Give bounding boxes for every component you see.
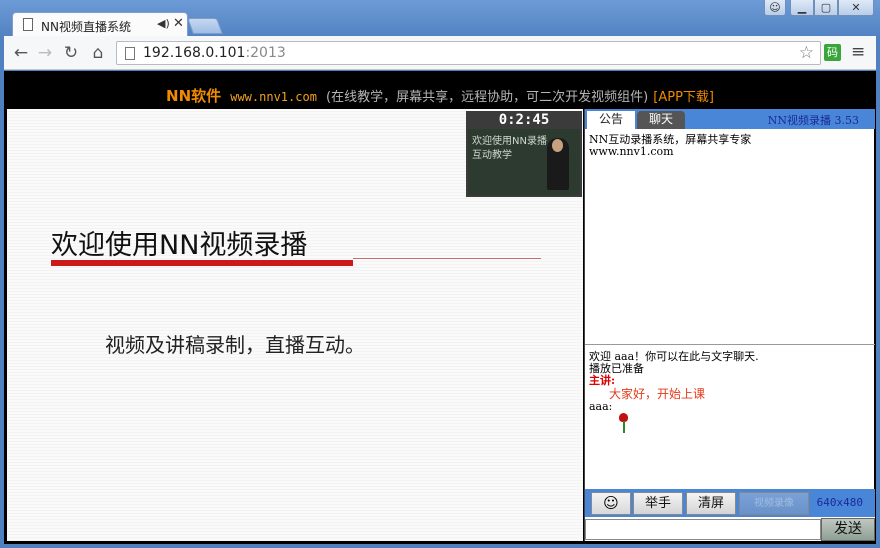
extension-icon[interactable]: 码 <box>824 44 841 61</box>
forward-arrow-icon[interactable]: → <box>35 43 55 63</box>
side-panel: 公告 聊天 NN视频录播 3.53 NN互动录播系统，屏幕共享专家 www.nn… <box>584 109 875 541</box>
new-tab-button[interactable] <box>187 18 223 34</box>
notice-area: NN互动录播系统，屏幕共享专家 www.nnv1.com <box>585 129 875 345</box>
teacher-message: 大家好，开始上课 <box>609 387 706 401</box>
home-icon[interactable]: ⌂ <box>88 43 108 63</box>
chat-toolbar: ☺ 举手 清屏 视频录像 640x480 <box>585 489 875 517</box>
header-banner: NN软件 www.nnv1.com (在线教学，屏幕共享，远程协助，可二次开发视… <box>4 71 876 107</box>
menu-icon[interactable]: ≡ <box>851 42 865 62</box>
site-link[interactable]: www.nnv1.com <box>230 90 317 104</box>
camera-preview[interactable]: 0:2:45 欢迎使用NN录播 互动教学 <box>466 111 582 197</box>
board-text: 欢迎使用NN录播 互动教学 <box>472 136 547 161</box>
user-icon[interactable]: ☺ <box>764 0 786 16</box>
minimize-icon[interactable]: ▁ <box>790 0 814 16</box>
browser-window: NN视频直播系统 ◀) ✕ ☺ ▁ ▢ ✕ ← → ↻ ⌂ 192.168.0.… <box>0 0 880 548</box>
address-bar[interactable]: 192.168.0.101:2013 ☆ <box>116 41 821 65</box>
version-label: NN视频录播 3.53 <box>767 114 859 127</box>
record-button[interactable]: 视频录像 <box>739 492 809 515</box>
speaker-icon[interactable]: ◀) <box>157 17 170 30</box>
chat-input-row: 发送 <box>585 517 875 541</box>
title-underline <box>51 260 353 266</box>
back-arrow-icon[interactable]: ← <box>11 43 31 63</box>
clear-screen-button[interactable]: 清屏 <box>686 492 736 515</box>
tab-title: NN视频直播系统 <box>41 20 131 34</box>
reload-icon[interactable]: ↻ <box>61 43 81 63</box>
window-close-icon[interactable]: ✕ <box>838 0 874 16</box>
teacher-label: 主讲: <box>589 374 616 387</box>
maximize-icon[interactable]: ▢ <box>814 0 838 16</box>
bookmark-star-icon[interactable]: ☆ <box>799 43 814 63</box>
raise-hand-button[interactable]: 举手 <box>633 492 683 515</box>
chat-status: 播放已准备 <box>589 362 644 375</box>
page-info-icon[interactable] <box>125 47 135 60</box>
user-label: aaa: <box>589 400 613 413</box>
notice-url: www.nnv1.com <box>589 145 674 158</box>
chat-input[interactable] <box>585 519 821 540</box>
slide-body: 视频及讲稿录制，直播互动。 <box>105 333 365 357</box>
page-content: NN软件 www.nnv1.com (在线教学，屏幕共享，远程协助，可二次开发视… <box>4 71 876 544</box>
tab-notice[interactable]: 公告 <box>587 111 635 129</box>
app-download-link[interactable]: [APP下载] <box>653 90 714 105</box>
url-text[interactable]: 192.168.0.101:2013 <box>143 45 286 61</box>
page-icon <box>23 18 33 31</box>
chat-log: 欢迎 aaa！你可以在此与文字聊天. 播放已准备 主讲: 大家好，开始上课 aa… <box>585 347 875 489</box>
panel-tabs: 公告 聊天 NN视频录播 3.53 <box>585 109 875 129</box>
recording-timer: 0:2:45 <box>498 112 550 128</box>
title-bar: NN视频直播系统 ◀) ✕ ☺ ▁ ▢ ✕ <box>0 0 880 36</box>
browser-toolbar: ← → ↻ ⌂ 192.168.0.101:2013 ☆ 码 ≡ <box>4 36 876 70</box>
camera-video: 欢迎使用NN录播 互动教学 <box>468 129 580 195</box>
presenter-face <box>552 139 563 152</box>
title-rule <box>353 258 541 259</box>
tab-chat[interactable]: 聊天 <box>637 111 685 129</box>
banner-description: (在线教学，屏幕共享，远程协助，可二次开发视频组件) <box>326 90 649 105</box>
slide-area: 欢迎使用NN视频录播 视频及讲稿录制，直播互动。 0:2:45 欢迎使用NN录播… <box>7 109 583 541</box>
brand-name: NN软件 <box>166 87 222 105</box>
close-tab-icon[interactable]: ✕ <box>173 16 184 31</box>
emoji-button[interactable]: ☺ <box>591 492 631 515</box>
resolution-label: 640x480 <box>816 496 863 509</box>
slide-title: 欢迎使用NN视频录播 <box>51 230 308 261</box>
rose-icon <box>617 413 631 433</box>
browser-tab[interactable]: NN视频直播系统 ◀) ✕ <box>12 12 188 36</box>
send-button[interactable]: 发送 <box>821 518 875 541</box>
